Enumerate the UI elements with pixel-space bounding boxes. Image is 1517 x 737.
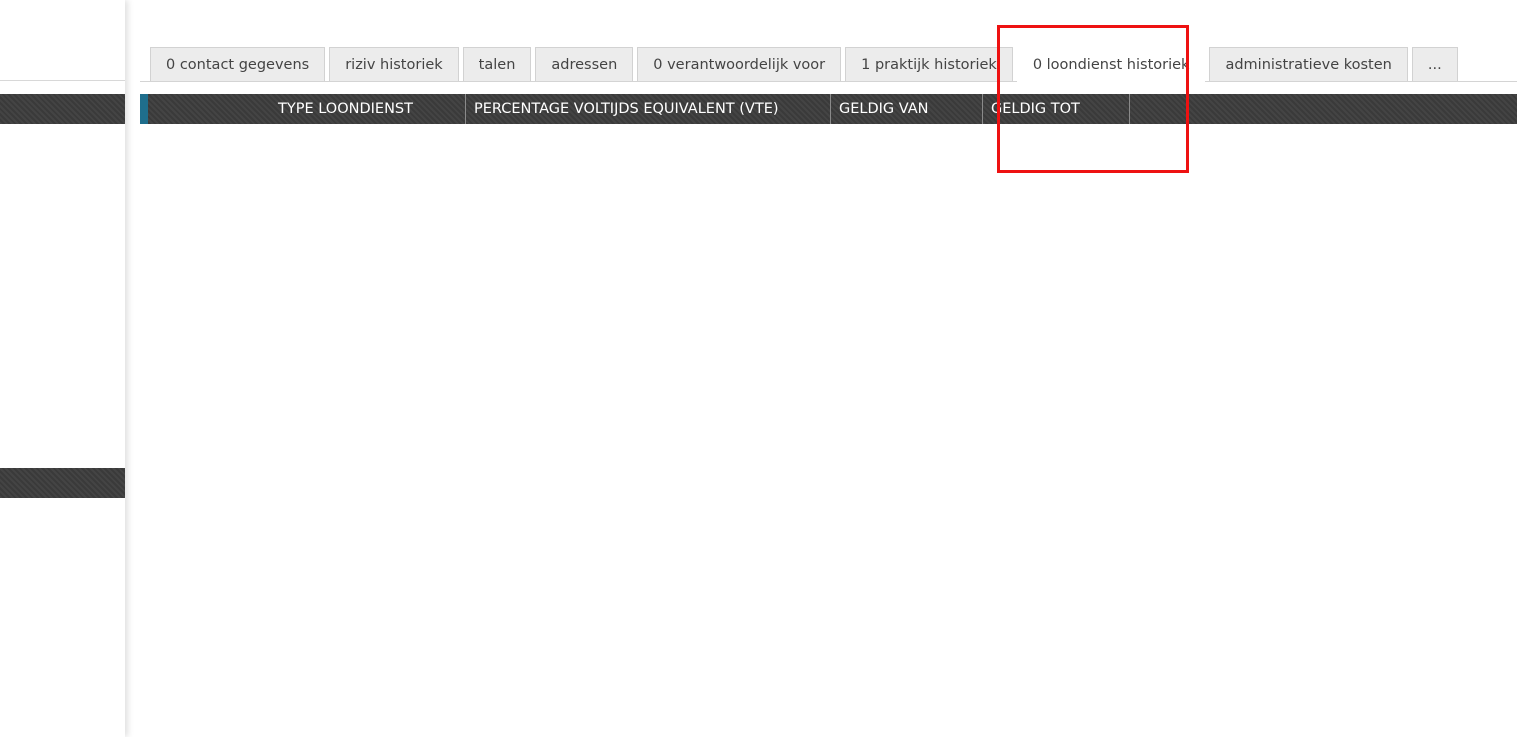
- tab-adressen[interactable]: adressen: [535, 47, 634, 81]
- tab-strip: 0 contact gegevens riziv historiek talen…: [150, 47, 1462, 82]
- column-header-geldig-van[interactable]: GELDIG VAN: [831, 94, 983, 124]
- tab-riziv-historiek[interactable]: riziv historiek: [329, 47, 459, 81]
- tab-verantwoordelijk-voor[interactable]: 0 verantwoordelijk voor: [637, 47, 842, 81]
- grid-header: TYPE LOONDIENST PERCENTAGE VOLTIJDS EQUI…: [140, 94, 1517, 124]
- column-header-type-loondienst[interactable]: TYPE LOONDIENST: [148, 94, 466, 124]
- tab-contact-gegevens[interactable]: 0 contact gegevens: [150, 47, 326, 81]
- grid-header-accent: [140, 94, 148, 124]
- tab-more[interactable]: ...: [1411, 47, 1458, 81]
- tab-praktijk-historiek[interactable]: 1 praktijk historiek: [845, 47, 1013, 81]
- column-header-geldig-tot[interactable]: GELDIG TOT: [983, 94, 1130, 124]
- left-panel-header-bar: [0, 94, 125, 124]
- left-panel-divider: [0, 80, 125, 81]
- tab-administratieve-kosten[interactable]: administratieve kosten: [1209, 47, 1408, 81]
- left-panel-section-bar: [0, 468, 125, 498]
- tab-loondienst-historiek[interactable]: 0 loondienst historiek: [1016, 47, 1206, 82]
- column-header-percentage-vte[interactable]: PERCENTAGE VOLTIJDS EQUIVALENT (VTE): [466, 94, 831, 124]
- tab-talen[interactable]: talen: [462, 47, 532, 81]
- left-panel: [0, 0, 125, 737]
